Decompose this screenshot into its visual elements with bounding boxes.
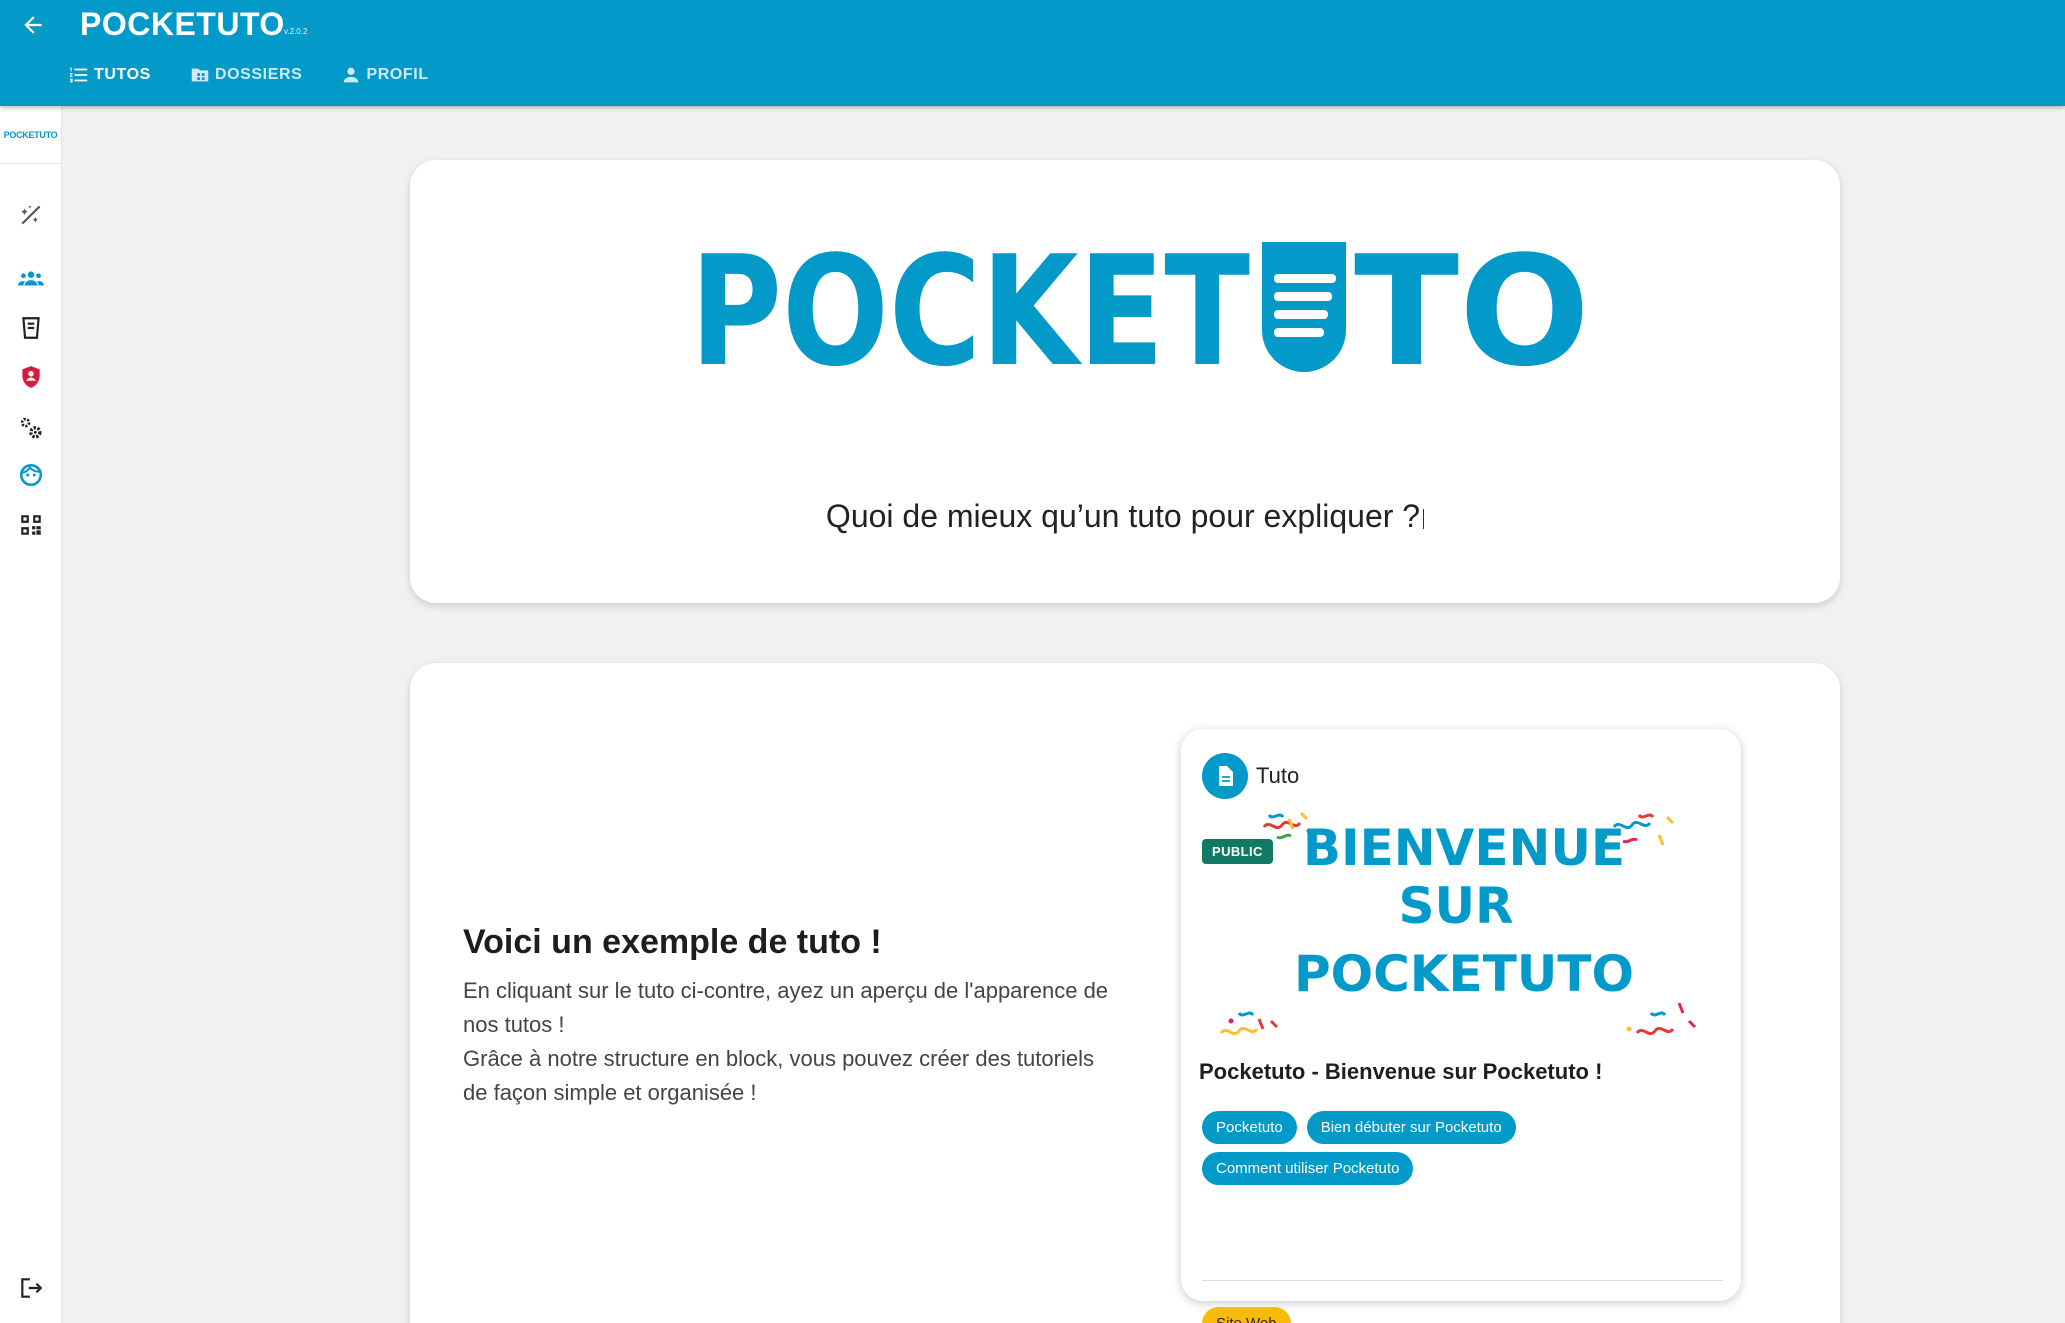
rail-item-support[interactable] bbox=[16, 460, 46, 490]
tab-tutos[interactable]: TUTOS bbox=[68, 64, 151, 86]
tuto-preview-card[interactable]: Tuto BIENVENUE SUR POCKETUTO PUBLIC Pock… bbox=[1181, 729, 1741, 1323]
side-rail: POCKETUTO bbox=[0, 106, 62, 1323]
tag-chip[interactable]: Bien débuter sur Pocketuto bbox=[1306, 1111, 1516, 1144]
public-badge: PUBLIC bbox=[1202, 839, 1273, 864]
website-chip[interactable]: Site Web bbox=[1202, 1307, 1291, 1323]
pocketuto-logo: POCKET TO bbox=[690, 242, 1590, 400]
magic-wand-off-icon bbox=[21, 205, 41, 225]
gears-icon bbox=[20, 417, 42, 439]
tuto-title: Pocketuto - Bienvenue sur Pocketuto ! bbox=[1199, 1059, 1603, 1084]
divider bbox=[1202, 1280, 1723, 1281]
text-cursor bbox=[1423, 509, 1425, 529]
tab-dossiers[interactable]: DOSSIERS bbox=[189, 64, 303, 86]
example-line-2: Grâce à notre structure en block, vous p… bbox=[463, 1046, 1094, 1105]
svg-text:TO: TO bbox=[1354, 242, 1590, 400]
tab-profil-label: PROFIL bbox=[366, 66, 429, 83]
rail-item-settings[interactable] bbox=[16, 413, 46, 443]
support-face-icon bbox=[19, 463, 43, 487]
rail-item-security[interactable] bbox=[16, 362, 46, 392]
logout-icon bbox=[21, 1278, 43, 1298]
back-button[interactable] bbox=[14, 6, 52, 44]
qr-code-icon bbox=[21, 515, 41, 535]
example-heading: Voici un exemple de tuto ! bbox=[463, 923, 882, 961]
confetti-bottom-left bbox=[1219, 1011, 1279, 1036]
example-line-1: En cliquant sur le tuto ci-contre, ayez … bbox=[463, 978, 1109, 1037]
rail-logo: POCKETUTO bbox=[0, 106, 61, 164]
tag-chip[interactable]: Pocketuto bbox=[1202, 1111, 1297, 1144]
hero-tagline: Quoi de mieux qu’un tuto pour expliquer … bbox=[410, 498, 1840, 535]
shield-user-icon bbox=[22, 366, 40, 388]
group-icon bbox=[18, 271, 44, 286]
confetti-bottom-right bbox=[1626, 1002, 1697, 1036]
folder-icon bbox=[191, 68, 209, 82]
tag-chip[interactable]: Comment utiliser Pocketuto bbox=[1202, 1152, 1414, 1185]
list-numbered-icon bbox=[69, 67, 88, 83]
example-description: En cliquant sur le tuto ci-contre, ayez … bbox=[463, 974, 1123, 1110]
tuto-header: Tuto bbox=[1202, 753, 1299, 799]
tab-profil[interactable]: PROFIL bbox=[340, 64, 428, 86]
main-tabs: TUTOS DOSSIERS PROFIL bbox=[68, 64, 429, 86]
arrow-left-icon bbox=[24, 16, 42, 34]
document-icon bbox=[1219, 766, 1233, 786]
app-version: v.2.0.2 bbox=[284, 27, 308, 36]
welcome-banner: BIENVENUE SUR POCKETUTO bbox=[1219, 811, 1697, 1036]
tuto-avatar bbox=[1202, 753, 1248, 799]
banner-line-2: SUR bbox=[1398, 877, 1513, 935]
rail-item-trash[interactable] bbox=[16, 313, 46, 343]
tag-chips: Pocketuto Bien débuter sur Pocketuto Com… bbox=[1202, 1111, 1722, 1185]
banner-line-3: POCKETUTO bbox=[1294, 945, 1634, 1003]
rail-item-magic[interactable] bbox=[16, 200, 46, 230]
app-bar: POCKETUTO v.2.0.2 TUTOS DOSSIERS PROFIL bbox=[0, 0, 2065, 106]
banner-line-1: BIENVENUE bbox=[1303, 819, 1625, 877]
app-title: POCKETUTO bbox=[80, 6, 285, 42]
tuto-type-label: Tuto bbox=[1256, 763, 1300, 788]
svg-text:POCKET: POCKET bbox=[690, 242, 1250, 400]
tab-dossiers-label: DOSSIERS bbox=[214, 66, 303, 83]
tab-tutos-label: TUTOS bbox=[94, 66, 151, 83]
example-card: Voici un exemple de tuto ! En cliquant s… bbox=[410, 663, 1840, 1323]
rail-item-groups[interactable] bbox=[16, 264, 46, 294]
hero-card: POCKET TO Quoi de mieux qu’un tuto pour … bbox=[410, 160, 1840, 603]
rail-item-logout[interactable] bbox=[16, 1273, 46, 1303]
rail-item-qrcode[interactable] bbox=[16, 510, 46, 540]
person-icon bbox=[344, 67, 359, 83]
hero-tagline-text: Quoi de mieux qu’un tuto pour expliquer … bbox=[825, 498, 1421, 534]
trash-list-icon bbox=[22, 317, 40, 339]
